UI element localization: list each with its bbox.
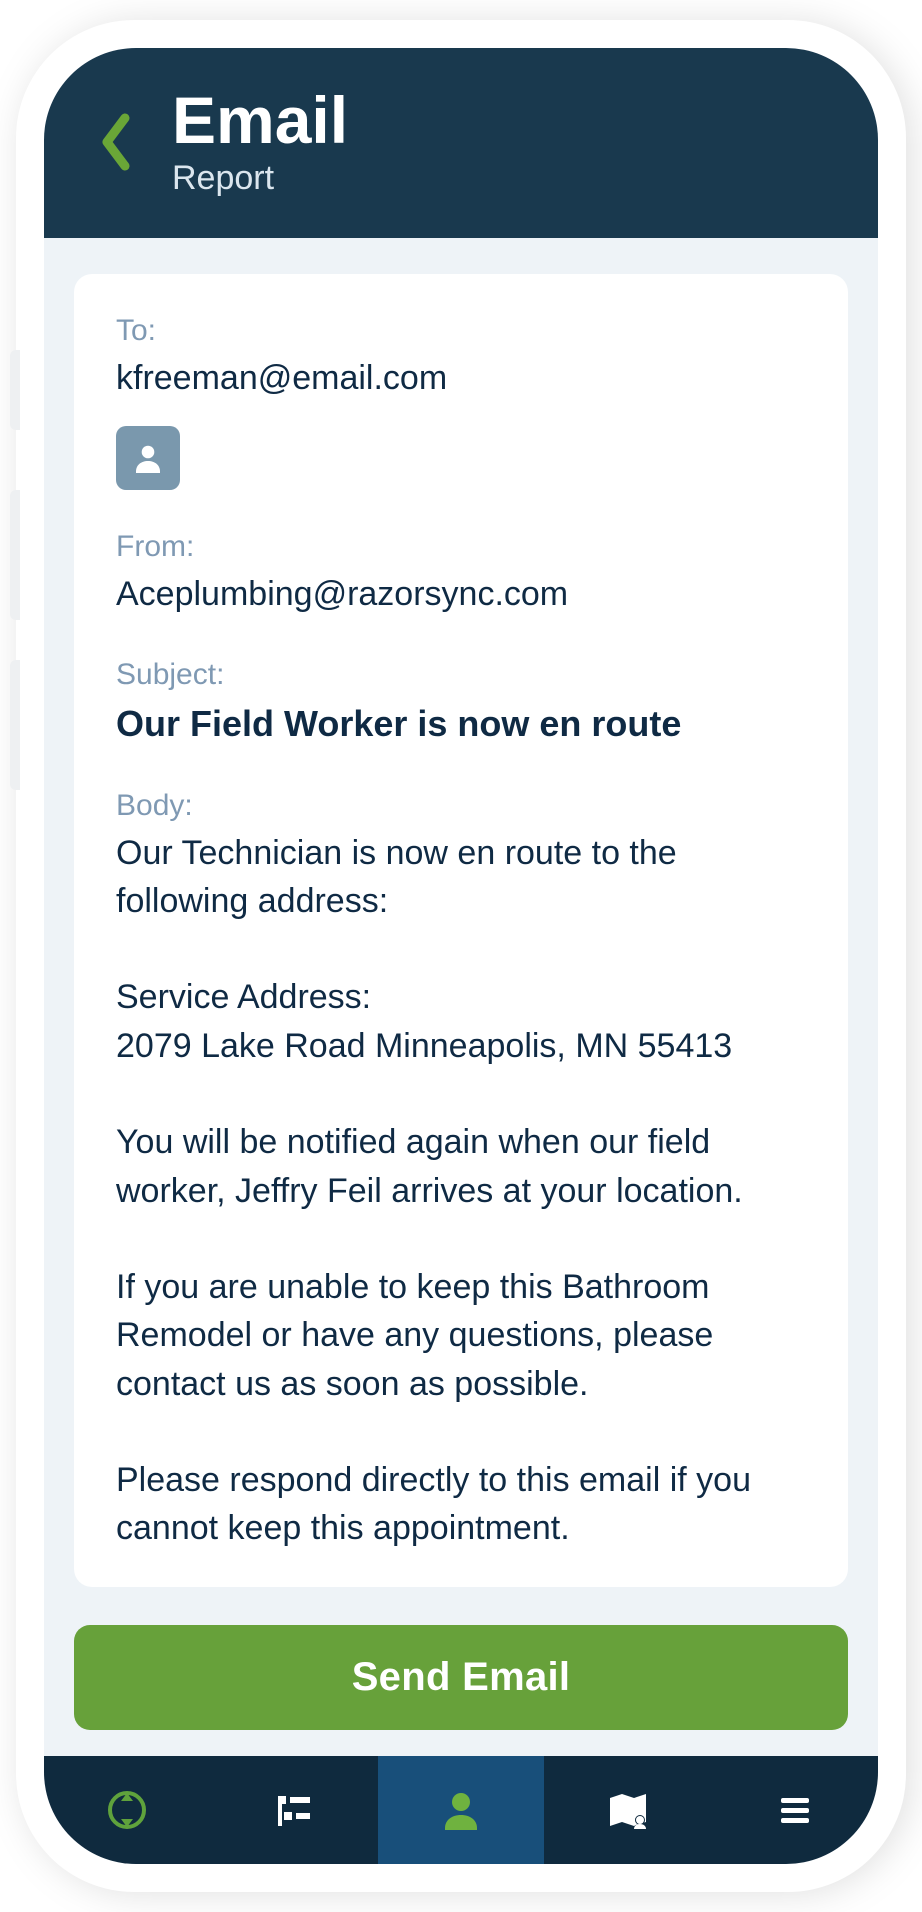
send-email-button[interactable]: Send Email — [74, 1625, 848, 1730]
phone-side-button-3 — [10, 660, 20, 790]
menu-icon — [771, 1786, 819, 1834]
app-screen: Email Report To: kfreeman@email.com — [44, 48, 878, 1864]
bottom-nav — [44, 1756, 878, 1864]
to-field[interactable]: kfreeman@email.com — [116, 356, 447, 402]
nav-tasks[interactable] — [211, 1756, 378, 1864]
email-card: To: kfreeman@email.com From: Aceplum — [74, 274, 848, 1586]
from-label: From: — [116, 530, 806, 564]
page-title: Email — [172, 86, 348, 155]
subject-section: Subject: Our Field Worker is now en rout… — [116, 658, 806, 749]
subject-field[interactable]: Our Field Worker is now en route — [116, 700, 806, 749]
map-person-icon — [604, 1786, 652, 1834]
phone-side-button-1 — [10, 350, 20, 430]
phone-frame: Email Report To: kfreeman@email.com — [16, 20, 906, 1892]
nav-sync[interactable] — [44, 1756, 211, 1864]
subject-label: Subject: — [116, 658, 806, 692]
from-section: From: Aceplumbing@razorsync.com — [116, 530, 806, 618]
phone-side-button-2 — [10, 490, 20, 620]
person-icon — [437, 1786, 485, 1834]
to-section: To: kfreeman@email.com — [116, 314, 806, 490]
header-title-block: Email Report — [172, 86, 348, 198]
person-icon — [130, 440, 166, 476]
nav-profile[interactable] — [378, 1756, 545, 1864]
page-subtitle: Report — [172, 159, 348, 198]
app-header: Email Report — [44, 48, 878, 238]
nav-map[interactable] — [544, 1756, 711, 1864]
nav-menu[interactable] — [711, 1756, 878, 1864]
to-label: To: — [116, 314, 447, 348]
body-field[interactable]: Our Technician is now en route to the fo… — [116, 829, 806, 1553]
body-label: Body: — [116, 789, 806, 823]
back-button[interactable] — [86, 92, 146, 192]
sync-icon — [103, 1786, 151, 1834]
list-icon — [270, 1786, 318, 1834]
pick-contact-button[interactable] — [116, 426, 180, 490]
content-area: To: kfreeman@email.com From: Aceplum — [44, 238, 878, 1756]
body-section: Body: Our Technician is now en route to … — [116, 789, 806, 1553]
chevron-left-icon — [96, 112, 136, 172]
from-field[interactable]: Aceplumbing@razorsync.com — [116, 572, 806, 618]
